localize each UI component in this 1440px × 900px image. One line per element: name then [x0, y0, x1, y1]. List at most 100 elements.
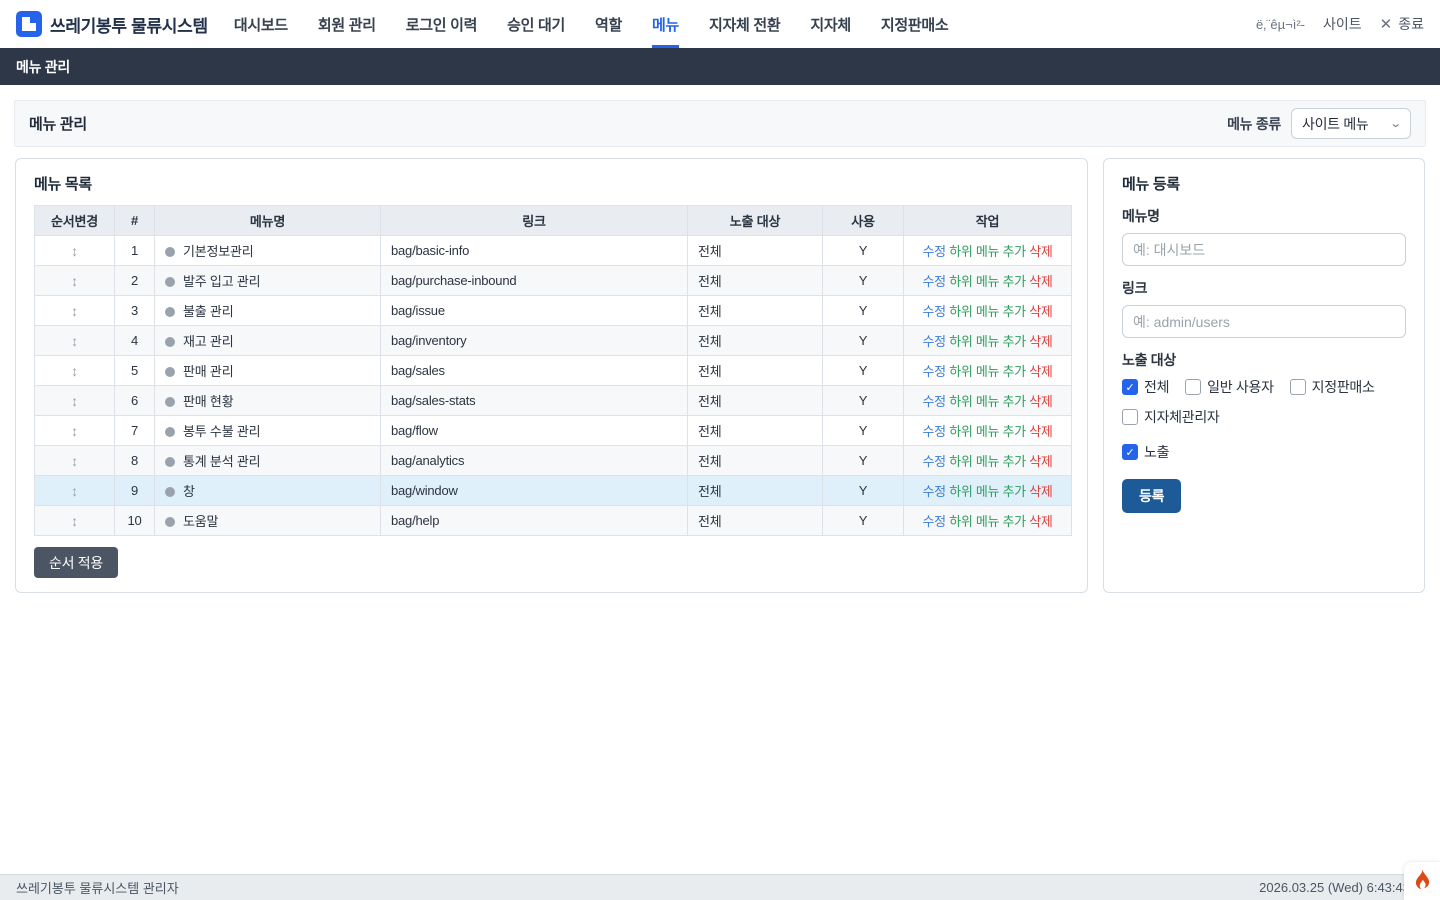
target-cell: 전체 — [688, 326, 823, 356]
nav-item-active[interactable]: 메뉴 — [652, 0, 679, 48]
checkbox-unchecked-icon[interactable] — [1290, 379, 1306, 395]
edit-link[interactable]: 수정 — [922, 484, 945, 499]
apply-order-button[interactable]: 순서 적용 — [34, 547, 118, 578]
row-number: 10 — [115, 506, 155, 536]
delete-link[interactable]: 삭제 — [1029, 334, 1052, 349]
edit-link[interactable]: 수정 — [922, 304, 945, 319]
nav-item[interactable]: 지정판매소 — [881, 0, 949, 48]
use-cell: Y — [823, 476, 904, 506]
drag-handle-icon[interactable]: ↕ — [71, 393, 78, 409]
nav-item[interactable]: 지자체 — [810, 0, 851, 48]
edit-link[interactable]: 수정 — [922, 334, 945, 349]
footer-timestamp: 2026.03.25 (Wed) 6:43:43 — [1259, 880, 1410, 895]
edit-link[interactable]: 수정 — [922, 394, 945, 409]
menu-table-body: ↕1기본정보관리bag/basic-info전체Y수정 하위 메뉴 추가 삭제↕… — [35, 236, 1072, 536]
menu-link-cell: bag/sales — [381, 356, 688, 386]
site-link[interactable]: 사이트 — [1323, 14, 1362, 34]
delete-link[interactable]: 삭제 — [1029, 274, 1052, 289]
add-sub-menu-link[interactable]: 하위 메뉴 추가 — [949, 454, 1026, 469]
edit-link[interactable]: 수정 — [922, 274, 945, 289]
nav-item[interactable]: 지자체 전환 — [709, 0, 780, 48]
add-sub-menu-link[interactable]: 하위 메뉴 추가 — [949, 364, 1026, 379]
add-sub-menu-link[interactable]: 하위 메뉴 추가 — [949, 244, 1026, 259]
nav-item[interactable]: 회원 관리 — [318, 0, 376, 48]
drag-handle-icon[interactable]: ↕ — [71, 483, 78, 499]
checkbox-option[interactable]: 지자체관리자 — [1122, 407, 1219, 427]
row-number: 9 — [115, 476, 155, 506]
top-bar: 쓰레기봉투 물류시스템 대시보드 회원 관리 로그인 이력 승인 대기 역할 메뉴 지자체 … — [0, 0, 1440, 48]
add-sub-menu-link[interactable]: 하위 메뉴 추가 — [949, 484, 1026, 499]
visible-checkbox-group: ✓노출 — [1122, 442, 1406, 462]
edit-link[interactable]: 수정 — [922, 514, 945, 529]
checkbox-checked-icon[interactable]: ✓ — [1122, 444, 1138, 460]
checkbox-unchecked-icon[interactable] — [1122, 409, 1138, 425]
menu-link-cell: bag/window — [381, 476, 688, 506]
edit-link[interactable]: 수정 — [922, 364, 945, 379]
checkbox-checked-icon[interactable]: ✓ — [1122, 379, 1138, 395]
menu-type-select[interactable]: 사이트 메뉴 ⌄ — [1291, 108, 1411, 139]
delete-link[interactable]: 삭제 — [1029, 454, 1052, 469]
row-number: 3 — [115, 296, 155, 326]
delete-link[interactable]: 삭제 — [1029, 514, 1052, 529]
main-nav: 대시보드 회원 관리 로그인 이력 승인 대기 역할 메뉴 지자체 전환 지자체 지정판매소 — [234, 0, 949, 48]
debug-toolbar-button[interactable] — [1404, 862, 1440, 900]
page-header: 메뉴 관리 메뉴 종류 사이트 메뉴 ⌄ — [14, 100, 1426, 147]
menu-form-card: 메뉴 등록 메뉴명 링크 노출 대상 ✓전체일반 사용자지정판매소지자체관리자 … — [1103, 158, 1425, 593]
user-label: ë‚¨êµ¬ì²- — [1256, 17, 1305, 32]
checkbox-option[interactable]: 일반 사용자 — [1185, 377, 1274, 397]
drag-handle-icon[interactable]: ↕ — [71, 303, 78, 319]
checkbox-option[interactable]: ✓전체 — [1122, 377, 1169, 397]
table-header-row: 순서변경#메뉴명링크노출 대상사용작업 — [35, 206, 1072, 236]
column-header: 메뉴명 — [155, 206, 381, 236]
menu-link-input[interactable] — [1122, 305, 1406, 338]
checkbox-option[interactable]: 지정판매소 — [1290, 377, 1375, 397]
column-header: # — [115, 206, 155, 236]
menu-name-input[interactable] — [1122, 233, 1406, 266]
use-cell: Y — [823, 446, 904, 476]
drag-handle-icon[interactable]: ↕ — [71, 243, 78, 259]
delete-link[interactable]: 삭제 — [1029, 244, 1052, 259]
nav-item[interactable]: 로그인 이력 — [406, 0, 477, 48]
app-logo-icon — [16, 11, 42, 37]
edit-link[interactable]: 수정 — [922, 454, 945, 469]
delete-link[interactable]: 삭제 — [1029, 394, 1052, 409]
row-number: 7 — [115, 416, 155, 446]
target-cell: 전체 — [688, 416, 823, 446]
nav-item[interactable]: 역할 — [595, 0, 622, 48]
drag-handle-icon[interactable]: ↕ — [71, 513, 78, 529]
add-sub-menu-link[interactable]: 하위 메뉴 추가 — [949, 304, 1026, 319]
edit-link[interactable]: 수정 — [922, 244, 945, 259]
use-cell: Y — [823, 266, 904, 296]
target-label: 노출 대상 — [1122, 350, 1406, 370]
edit-link[interactable]: 수정 — [922, 424, 945, 439]
bullet-icon — [165, 307, 175, 317]
delete-link[interactable]: 삭제 — [1029, 304, 1052, 319]
table-row: ↕7봉투 수불 관리bag/flow전체Y수정 하위 메뉴 추가 삭제 — [35, 416, 1072, 446]
use-cell: Y — [823, 326, 904, 356]
delete-link[interactable]: 삭제 — [1029, 484, 1052, 499]
add-sub-menu-link[interactable]: 하위 메뉴 추가 — [949, 514, 1026, 529]
breadcrumb: 메뉴 관리 — [0, 48, 1440, 85]
register-button[interactable]: 등록 — [1122, 479, 1181, 513]
checkbox-unchecked-icon[interactable] — [1185, 379, 1201, 395]
delete-link[interactable]: 삭제 — [1029, 364, 1052, 379]
exit-button[interactable]: ✕ 종료 — [1380, 14, 1424, 34]
brand[interactable]: 쓰레기봉투 물류시스템 — [16, 11, 208, 37]
add-sub-menu-link[interactable]: 하위 메뉴 추가 — [949, 274, 1026, 289]
close-icon: ✕ — [1380, 15, 1393, 33]
add-sub-menu-link[interactable]: 하위 메뉴 추가 — [949, 424, 1026, 439]
drag-handle-icon[interactable]: ↕ — [71, 453, 78, 469]
drag-handle-icon[interactable]: ↕ — [71, 273, 78, 289]
drag-handle-icon[interactable]: ↕ — [71, 363, 78, 379]
nav-item[interactable]: 승인 대기 — [507, 0, 565, 48]
row-number: 4 — [115, 326, 155, 356]
drag-handle-icon[interactable]: ↕ — [71, 333, 78, 349]
delete-link[interactable]: 삭제 — [1029, 424, 1052, 439]
add-sub-menu-link[interactable]: 하위 메뉴 추가 — [949, 394, 1026, 409]
checkbox-label: 지자체관리자 — [1144, 407, 1219, 427]
add-sub-menu-link[interactable]: 하위 메뉴 추가 — [949, 334, 1026, 349]
drag-handle-icon[interactable]: ↕ — [71, 423, 78, 439]
nav-item[interactable]: 대시보드 — [234, 0, 288, 48]
checkbox-option[interactable]: ✓노출 — [1122, 442, 1169, 462]
target-checkbox-group: ✓전체 일반 사용자 지정판매소지자체관리자 — [1122, 377, 1406, 427]
